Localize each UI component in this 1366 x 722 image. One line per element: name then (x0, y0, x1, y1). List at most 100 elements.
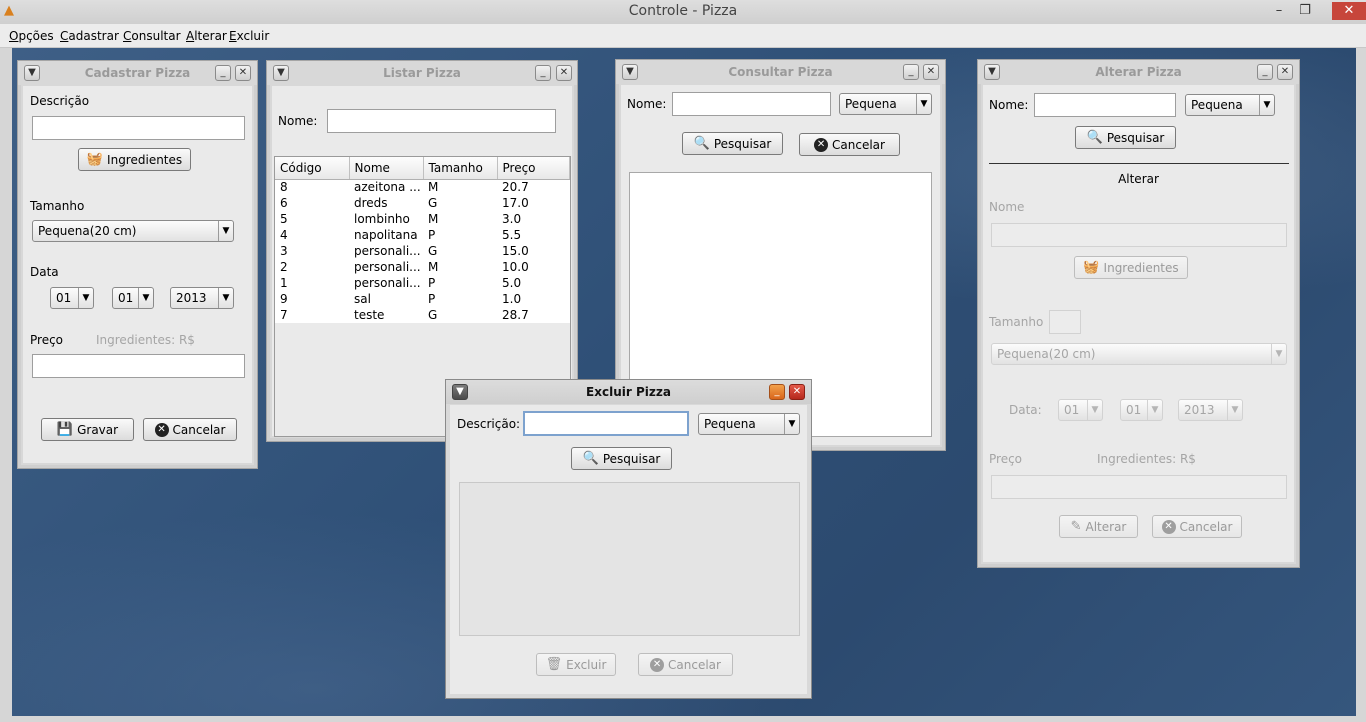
chevron-down-icon: ▼ (784, 414, 799, 434)
tamanho-label: Tamanho (30, 199, 85, 213)
iconify-icon[interactable]: _ (535, 65, 551, 81)
table-cell: 9 (275, 291, 349, 307)
table-cell: M (423, 179, 497, 195)
iconify-icon[interactable]: _ (215, 65, 231, 81)
day-select[interactable]: 01 ▼ (50, 287, 94, 309)
alterar-label: Alterar (1085, 519, 1127, 534)
iconify-icon[interactable]: _ (1257, 64, 1273, 80)
table-cell: 3.0 (497, 211, 570, 227)
tamanho-select[interactable]: Pequena ▼ (1185, 94, 1275, 116)
table-cell: M (423, 211, 497, 227)
close-icon[interactable]: ✕ (1277, 64, 1293, 80)
table-cell: G (423, 243, 497, 259)
tamanho-select[interactable]: Pequena(20 cm) ▼ (32, 220, 234, 242)
column-header[interactable]: Nome (349, 157, 424, 180)
menu-cadastrar[interactable]: Cadastrar (60, 29, 119, 43)
cancel-icon: ✕ (154, 422, 169, 437)
year-select: 2013 ▼ (1178, 399, 1243, 421)
separator (989, 163, 1289, 164)
table-cell: azeitona ... (349, 179, 423, 195)
results-area[interactable] (459, 482, 800, 636)
gravar-button[interactable]: 💾 Gravar (41, 418, 134, 441)
pesquisar-label: Pesquisar (1106, 130, 1165, 145)
close-icon[interactable]: ✕ (235, 65, 251, 81)
table-cell: 2 (275, 259, 349, 275)
table-cell: 8 (275, 179, 349, 195)
consultar-titlebar: ▼ Consultar Pizza _ ✕ (616, 60, 945, 84)
table-row[interactable]: 5 lombinho M 3.0 (275, 211, 570, 227)
table-cell: personali... (349, 243, 423, 259)
nome-field[interactable] (672, 92, 831, 116)
cancelar-label: Cancelar (1179, 519, 1233, 534)
day-select: 01 ▼ (1058, 399, 1103, 421)
menu-consultar[interactable]: Consultar (123, 29, 181, 43)
day-value: 01 (1064, 403, 1080, 417)
cancelar-button[interactable]: ✕ Cancelar (143, 418, 237, 441)
restore-icon[interactable]: ❐ (1294, 2, 1316, 20)
column-header[interactable]: Tamanho (423, 157, 498, 180)
table-row[interactable]: 9 sal P 1.0 (275, 291, 570, 307)
tamanho-small-field (1049, 310, 1081, 334)
table-cell: 17.0 (497, 195, 570, 211)
alterar-pizza-frame: ▼ Alterar Pizza _ ✕ Nome: Pequena ▼ 🔍 Pesq… (977, 59, 1300, 568)
ingredientes-price-label: Ingredientes: R$ (1097, 452, 1196, 466)
excluir-label: Excluir (566, 657, 607, 672)
alterar-button: ✎ Alterar (1059, 515, 1138, 538)
month-select[interactable]: 01 ▼ (112, 287, 154, 309)
tamanho-select[interactable]: Pequena ▼ (839, 93, 932, 115)
table-cell: G (423, 307, 497, 323)
pesquisar-button[interactable]: 🔍 Pesquisar (571, 447, 672, 470)
descricao-field[interactable] (32, 116, 245, 140)
iconify-icon[interactable]: _ (769, 384, 785, 400)
table-cell: 6 (275, 195, 349, 211)
pesquisar-button[interactable]: 🔍 Pesquisar (682, 132, 783, 155)
pesquisar-button[interactable]: 🔍 Pesquisar (1075, 126, 1176, 149)
column-header[interactable]: Preço (497, 157, 570, 180)
table-row[interactable]: 4 napolitana P 5.5 (275, 227, 570, 243)
descricao-field[interactable] (523, 411, 689, 436)
table-row[interactable]: 1 personali... P 5.0 (275, 275, 570, 291)
table-cell: personali... (349, 259, 423, 275)
tamanho2-select: Pequena(20 cm) ▼ (991, 343, 1287, 365)
alterar-titlebar: ▼ Alterar Pizza _ ✕ (978, 60, 1299, 84)
table-row[interactable]: 2 personali... M 10.0 (275, 259, 570, 275)
excluir-button: 🗑 Excluir (536, 653, 616, 676)
cancelar-label: Cancelar (668, 657, 721, 672)
table-cell: G (423, 195, 497, 211)
table-cell: 4 (275, 227, 349, 243)
close-icon[interactable]: ✕ (789, 384, 805, 400)
nome-field[interactable] (1034, 93, 1176, 117)
ingredientes-button[interactable]: 🧺 Ingredientes (78, 148, 191, 171)
nome-field[interactable] (327, 109, 556, 133)
menu-opcoes[interactable]: Opções (9, 29, 54, 43)
preco-field[interactable] (32, 354, 245, 378)
month-select: 01 ▼ (1120, 399, 1163, 421)
table-row[interactable]: 7 teste G 28.7 (275, 307, 570, 323)
close-icon[interactable]: ✕ (556, 65, 572, 81)
table-row[interactable]: 6 dreds G 17.0 (275, 195, 570, 211)
close-icon[interactable]: ✕ (923, 64, 939, 80)
table-row[interactable]: 3 personali... G 15.0 (275, 243, 570, 259)
year-value: 2013 (1184, 403, 1215, 417)
ingredientes-label: Ingredientes (1103, 260, 1179, 275)
excluir-title: Excluir Pizza (586, 385, 671, 399)
cancel-icon: ✕ (814, 137, 829, 152)
preco-label: Preço (989, 452, 1023, 466)
table-row[interactable]: 8 azeitona ... M 20.7 (275, 179, 570, 195)
nome2-label: Nome (989, 200, 1025, 214)
gravar-label: Gravar (77, 422, 119, 437)
tamanho-select[interactable]: Pequena ▼ (698, 413, 800, 435)
year-select[interactable]: 2013 ▼ (170, 287, 234, 309)
table-cell: teste (349, 307, 423, 323)
menu-excluir[interactable]: Excluir (229, 29, 269, 43)
alterar-body: Nome: Pequena ▼ 🔍 Pesquisar Alterar Nome 🧺… (983, 85, 1294, 562)
table-cell: M (423, 259, 497, 275)
minimize-icon[interactable]: – (1268, 2, 1290, 20)
iconify-icon[interactable]: _ (903, 64, 919, 80)
close-window-icon[interactable]: ✕ (1332, 2, 1366, 20)
menu-alterar[interactable]: Alterar (186, 29, 227, 43)
cancelar-button[interactable]: ✕ Cancelar (799, 133, 900, 156)
menu-bar: Opções Cadastrar Consultar Alterar Exclu… (0, 24, 1366, 48)
preco-field (991, 475, 1287, 499)
column-header[interactable]: Código (275, 157, 350, 180)
